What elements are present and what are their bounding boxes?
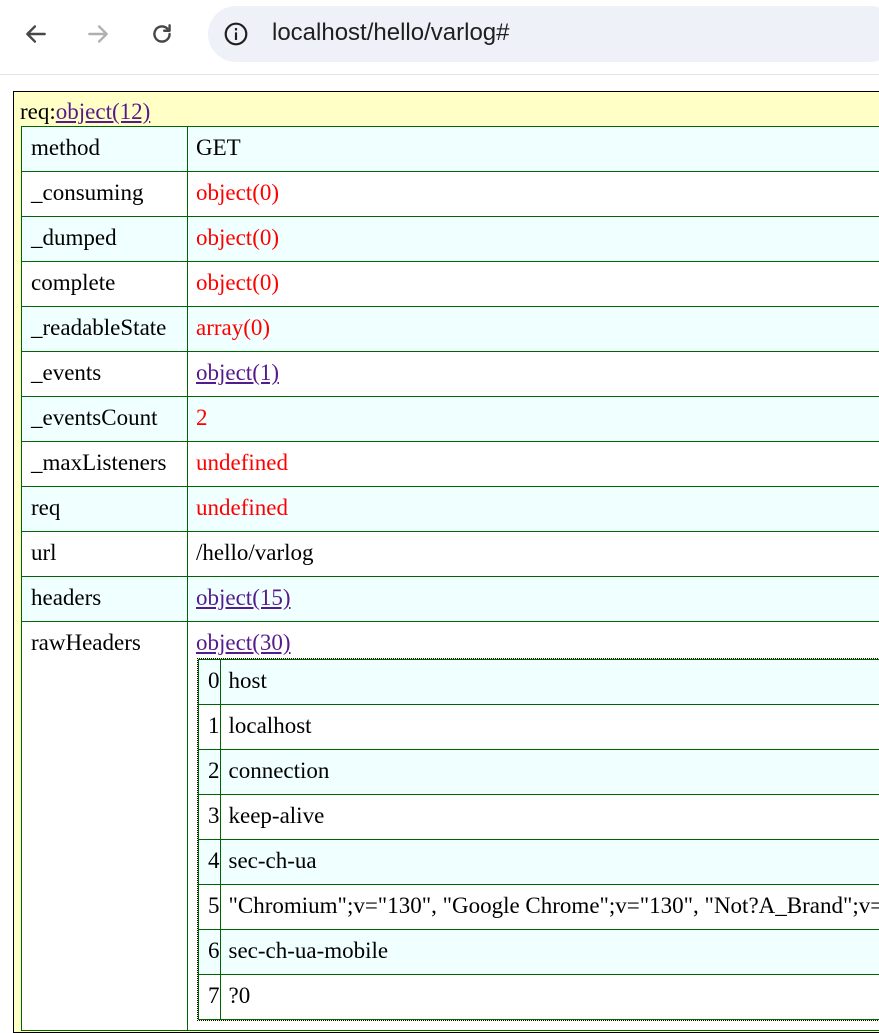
header-index: 4 xyxy=(199,840,221,885)
property-value-cell: object(15) xyxy=(188,577,879,622)
property-key: _dumped xyxy=(22,217,188,262)
property-key: headers xyxy=(22,577,188,622)
reload-icon xyxy=(149,21,175,47)
root-label: req: xyxy=(20,99,56,124)
property-key: rawHeaders xyxy=(22,622,188,1031)
property-value-cell: object(0) xyxy=(188,172,879,217)
raw-headers-table: 0host1localhost2connection3keep-alive4se… xyxy=(198,659,879,1020)
header-index: 5 xyxy=(199,885,221,930)
property-value: object(0) xyxy=(196,180,279,205)
table-row: complete object(0) xyxy=(22,262,879,307)
table-row: headers object(15) xyxy=(22,577,879,622)
header-value: localhost xyxy=(220,705,879,750)
forward-button[interactable] xyxy=(78,14,118,54)
dump-title: req:object(12) xyxy=(14,92,879,126)
var-dump-panel: req:object(12) methodGET_consumingobject… xyxy=(13,91,879,1033)
table-row: 5"Chromium";v="130", "Google Chrome";v="… xyxy=(199,885,879,930)
property-value-cell: undefined xyxy=(188,442,879,487)
expand-link[interactable]: object(15) xyxy=(196,585,291,610)
raw-headers-panel: 0host1localhost2connection3keep-alive4se… xyxy=(197,658,879,1021)
property-value-cell: object(0) xyxy=(188,217,879,262)
table-row: _dumped object(0) xyxy=(22,217,879,262)
property-key: _eventsCount xyxy=(22,397,188,442)
property-value: array(0) xyxy=(196,315,270,340)
back-button[interactable] xyxy=(16,14,56,54)
header-value: sec-ch-ua xyxy=(220,840,879,885)
table-row: req undefined xyxy=(22,487,879,532)
property-key: url xyxy=(22,532,188,577)
arrow-left-icon xyxy=(23,21,49,47)
header-index: 0 xyxy=(199,660,221,705)
table-row: _consuming object(0) xyxy=(22,172,879,217)
property-value: undefined xyxy=(196,495,288,520)
property-key: _maxListeners xyxy=(22,442,188,487)
property-value-cell: undefined xyxy=(188,487,879,532)
reload-button[interactable] xyxy=(142,14,182,54)
property-value-cell: 2 xyxy=(188,397,879,442)
table-row: url/hello/varlog xyxy=(22,532,879,577)
arrow-right-icon xyxy=(85,21,111,47)
property-value-cell: object(1) xyxy=(188,352,879,397)
property-value-cell: array(0) xyxy=(188,307,879,352)
property-value-cell: GET xyxy=(188,127,879,172)
table-row: 2connection xyxy=(199,750,879,795)
header-index: 2 xyxy=(199,750,221,795)
property-value-cell: /hello/varlog xyxy=(188,532,879,577)
property-key: method xyxy=(22,127,188,172)
header-value: sec-ch-ua-mobile xyxy=(220,930,879,975)
property-value-cell: object(0) xyxy=(188,262,879,307)
url-text[interactable]: localhost/hello/varlog# xyxy=(272,19,509,47)
table-row: 0host xyxy=(199,660,879,705)
property-value: /hello/varlog xyxy=(196,540,314,565)
table-row: _events object(1) xyxy=(22,352,879,397)
header-index: 1 xyxy=(199,705,221,750)
table-row: _eventsCount 2 xyxy=(22,397,879,442)
header-value: host xyxy=(220,660,879,705)
header-value: "Chromium";v="130", "Google Chrome";v="1… xyxy=(220,885,879,930)
table-row: 7?0 xyxy=(199,975,879,1020)
table-row: 4sec-ch-ua xyxy=(199,840,879,885)
property-value: object(0) xyxy=(196,225,279,250)
property-key: req xyxy=(22,487,188,532)
properties-table: methodGET_consumingobject(0)_dumpedobjec… xyxy=(21,126,879,1031)
property-key: _events xyxy=(22,352,188,397)
address-bar[interactable]: localhost/hello/varlog# xyxy=(208,6,879,62)
expand-link[interactable]: object(1) xyxy=(196,360,279,385)
expand-link[interactable]: object(30) xyxy=(196,630,291,655)
table-row: 3keep-alive xyxy=(199,795,879,840)
property-value: object(0) xyxy=(196,270,279,295)
table-row: rawHeaders object(30) 0host1localhost2conn… xyxy=(22,622,879,1031)
header-value: ?0 xyxy=(220,975,879,1020)
property-value: GET xyxy=(196,135,241,160)
property-value-cell: object(30) 0host1localhost2connection3kee… xyxy=(188,622,879,1031)
header-index: 3 xyxy=(199,795,221,840)
header-value: keep-alive xyxy=(220,795,879,840)
table-row: 1localhost xyxy=(199,705,879,750)
property-key: _consuming xyxy=(22,172,188,217)
property-value: 2 xyxy=(196,405,208,430)
property-key: complete xyxy=(22,262,188,307)
header-index: 6 xyxy=(199,930,221,975)
table-row: _maxListeners undefined xyxy=(22,442,879,487)
table-row: method GET xyxy=(22,127,879,172)
property-value: undefined xyxy=(196,450,288,475)
root-object-link[interactable]: object(12) xyxy=(56,99,151,124)
site-info-icon[interactable] xyxy=(220,18,252,50)
browser-toolbar: localhost/hello/varlog# xyxy=(0,0,879,75)
header-value: connection xyxy=(220,750,879,795)
table-row: _readableState array(0) xyxy=(22,307,879,352)
property-key: _readableState xyxy=(22,307,188,352)
table-row: 6sec-ch-ua-mobile xyxy=(199,930,879,975)
header-index: 7 xyxy=(199,975,221,1020)
